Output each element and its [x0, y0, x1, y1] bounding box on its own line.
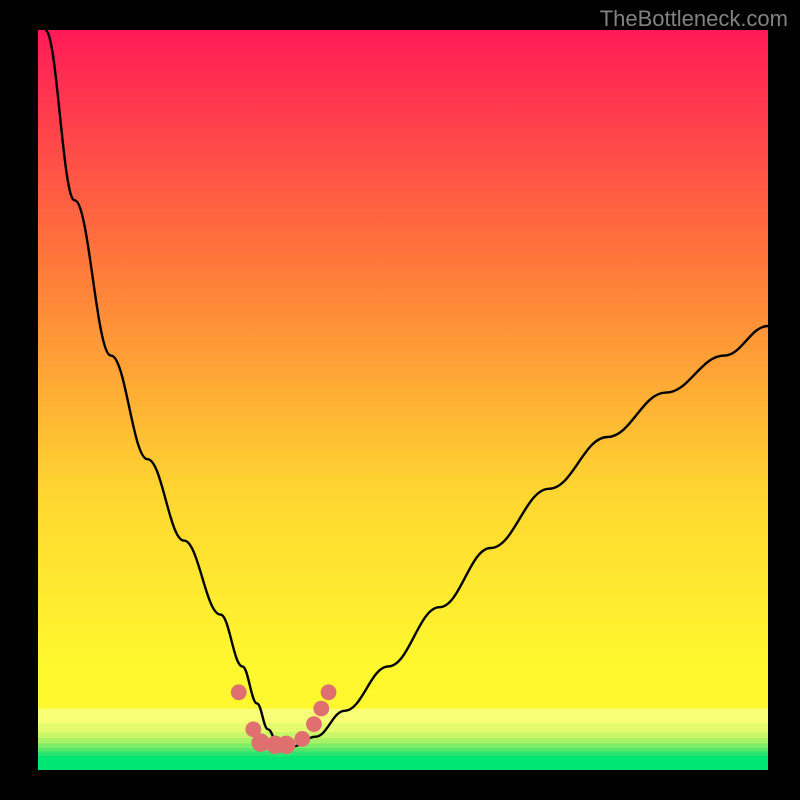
marker-dot	[306, 716, 322, 732]
chart-background	[38, 30, 768, 770]
chart-container	[38, 30, 768, 770]
bottom-color-bands	[38, 709, 768, 770]
bottleneck-chart	[38, 30, 768, 770]
marker-dot	[231, 684, 247, 700]
watermark-text: TheBottleneck.com	[600, 6, 788, 32]
marker-dot	[294, 731, 310, 747]
marker-dot	[277, 736, 295, 754]
marker-dot	[321, 684, 337, 700]
marker-dot	[313, 701, 329, 717]
